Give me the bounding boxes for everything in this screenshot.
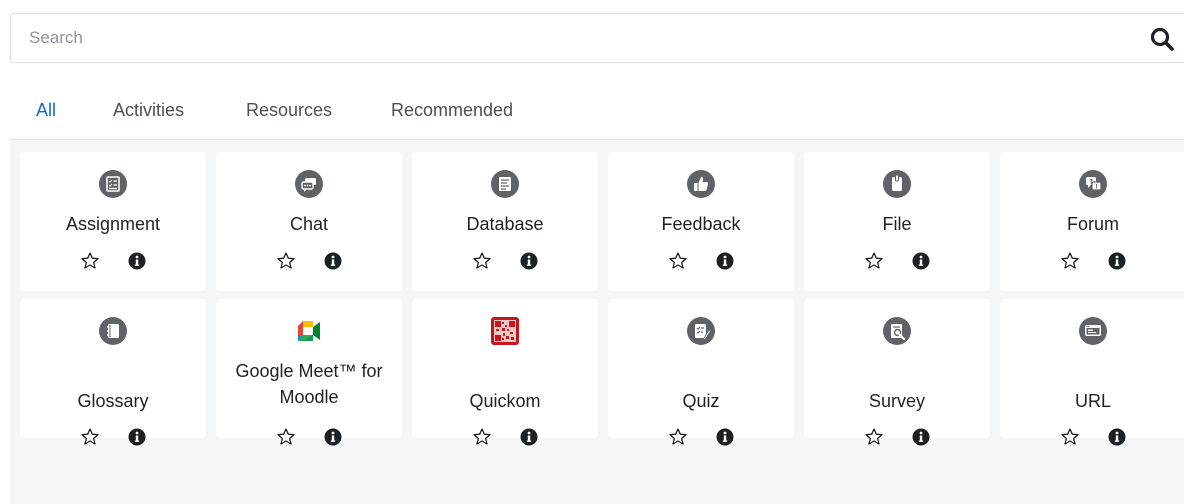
info-icon[interactable] [1107,251,1127,271]
star-icon[interactable] [276,251,296,271]
module-card-glossary[interactable]: Glossary [20,299,206,446]
module-name: Database [466,214,544,234]
url-icon [1079,317,1107,345]
star-icon[interactable] [80,251,100,271]
file-icon [883,170,911,198]
star-icon[interactable] [80,427,100,447]
module-card-url[interactable]: URL [1000,299,1184,446]
star-icon[interactable] [472,251,492,271]
module-name: Quiz [682,391,720,411]
info-icon[interactable] [715,427,735,447]
star-icon[interactable] [864,251,884,271]
module-name: File [882,214,912,234]
module-card-feedback[interactable]: Feedback [608,152,794,291]
info-icon[interactable] [127,427,147,447]
tab-activities[interactable]: Activities [113,100,184,121]
module-name: Feedback [661,214,741,234]
module-name: Survey [868,391,926,411]
info-icon[interactable] [911,427,931,447]
google-meet-icon [298,321,320,341]
star-icon[interactable] [1060,251,1080,271]
survey-icon [883,317,911,345]
module-card-chat[interactable]: Chat [216,152,402,291]
info-icon[interactable] [323,251,343,271]
star-icon[interactable] [668,427,688,447]
chat-icon [295,170,323,198]
module-card-assignment[interactable]: Assignment [20,152,206,291]
module-name: Forum [1066,214,1119,234]
module-name: Glossary [77,391,149,411]
info-icon[interactable] [715,251,735,271]
info-icon[interactable] [911,251,931,271]
module-card-forum[interactable]: ? ! Forum [1000,152,1184,291]
database-icon [491,170,519,198]
forum-icon: ? ! [1079,170,1107,198]
star-icon[interactable] [668,251,688,271]
module-card-quickom[interactable]: Quickom [412,299,598,446]
module-card-database[interactable]: Database [412,152,598,291]
star-icon[interactable] [472,427,492,447]
module-name: Chat [289,214,329,234]
module-name: Google Meet™ for Moodle [235,361,383,407]
module-name: Assignment [65,214,161,234]
search-input[interactable] [11,14,1111,62]
module-name: Quickom [469,391,541,411]
module-card-survey[interactable]: Survey [804,299,990,446]
module-card-file[interactable]: File [804,152,990,291]
svg-text:?: ? [1090,179,1094,186]
assignment-icon [99,170,127,198]
tab-recommended[interactable]: Recommended [391,100,513,121]
search-icon[interactable] [1149,26,1175,52]
info-icon[interactable] [323,427,343,447]
quickom-qr-icon [491,317,519,345]
star-icon[interactable] [1060,427,1080,447]
star-icon[interactable] [864,427,884,447]
info-icon[interactable] [519,251,539,271]
star-icon[interactable] [276,427,296,447]
thumbs-up-icon [687,170,715,198]
info-icon[interactable] [127,251,147,271]
module-card-quiz[interactable]: Quiz [608,299,794,446]
module-chooser-grid: Assignment Chat Database Feedback File ?… [10,139,1184,504]
tab-resources[interactable]: Resources [246,100,332,121]
info-icon[interactable] [1107,427,1127,447]
module-tabs: All Activities Resources Recommended [0,90,1184,138]
info-icon[interactable] [519,427,539,447]
tab-all[interactable]: All [36,100,56,121]
module-card-google-meet[interactable]: Google Meet™ for Moodle [216,299,402,446]
glossary-icon [99,317,127,345]
search-bar [10,13,1184,63]
quiz-icon [687,317,715,345]
module-name: URL [1074,391,1111,411]
svg-text:!: ! [1095,184,1098,191]
